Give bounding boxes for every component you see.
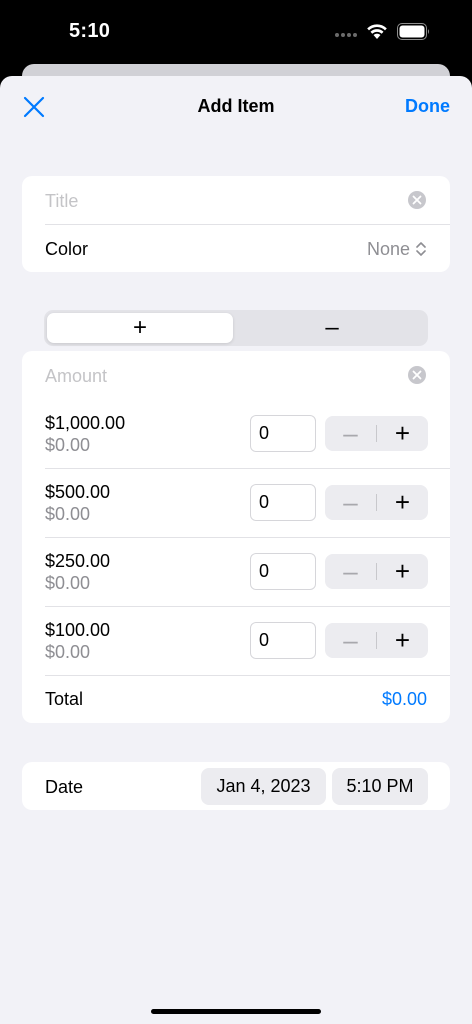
quantity-input[interactable]: 0 [250,553,316,590]
add-subtract-segmented-control: + – [44,310,428,346]
color-label: Color [45,239,89,259]
quantity-stepper: – + [325,554,428,589]
segment-add[interactable]: + [47,313,233,343]
quantity-input[interactable]: 0 [250,484,316,521]
battery-icon [397,23,429,40]
denomination-subtotal: $0.00 [45,642,91,662]
total-value: $0.00 [381,689,427,709]
title-field[interactable]: Title [22,176,450,224]
done-button[interactable]: Done [405,96,450,117]
date-label: Date [45,777,84,797]
denomination-value: $250.00 [45,551,111,571]
chevron-up-down-icon [416,242,426,256]
title-placeholder: Title [45,191,79,211]
color-value: None [366,239,410,259]
denomination-subtotal: $0.00 [45,435,91,455]
cellular-signal-icon [335,33,357,37]
decrement-button[interactable]: – [325,416,376,451]
increment-button[interactable]: + [377,623,428,658]
amount-card: Amount $1,000.00 $0.00 0 – + $500.00 $0.… [22,351,450,723]
time-picker-button[interactable]: 5:10 PM [332,768,428,805]
quantity-stepper: – + [325,416,428,451]
color-row[interactable]: Color None [22,225,450,272]
title-color-card: Title Color None [22,176,450,272]
amount-field[interactable]: Amount [22,351,450,399]
amount-placeholder: Amount [45,366,108,386]
denomination-row: $500.00 $0.00 0 – + [22,468,450,537]
clear-icon[interactable] [407,365,427,385]
date-picker-button[interactable]: Jan 4, 2023 [201,768,326,805]
date-card: Date Jan 4, 2023 5:10 PM [22,762,450,810]
decrement-button[interactable]: – [325,485,376,520]
wifi-icon [367,24,387,39]
denomination-subtotal: $0.00 [45,504,91,524]
denomination-value: $500.00 [45,482,111,502]
increment-button[interactable]: + [377,416,428,451]
page-title: Add Item [197,96,275,116]
clear-icon[interactable] [407,190,427,210]
denomination-value: $100.00 [45,620,111,640]
quantity-stepper: – + [325,623,428,658]
denomination-row: $250.00 $0.00 0 – + [22,537,450,606]
decrement-button[interactable]: – [325,623,376,658]
denomination-subtotal: $0.00 [45,573,91,593]
decrement-button[interactable]: – [325,554,376,589]
total-row: Total $0.00 [22,676,450,723]
quantity-input[interactable]: 0 [250,415,316,452]
status-time: 5:10 [69,20,111,42]
increment-button[interactable]: + [377,485,428,520]
home-indicator [151,1009,321,1014]
quantity-input[interactable]: 0 [250,622,316,659]
denomination-value: $1,000.00 [45,413,126,433]
denomination-row: $1,000.00 $0.00 0 – + [22,399,450,468]
total-label: Total [45,689,84,709]
segment-subtract[interactable]: – [239,313,425,343]
quantity-stepper: – + [325,485,428,520]
increment-button[interactable]: + [377,554,428,589]
status-bar: 5:10 [0,0,472,64]
denomination-row: $100.00 $0.00 0 – + [22,606,450,675]
